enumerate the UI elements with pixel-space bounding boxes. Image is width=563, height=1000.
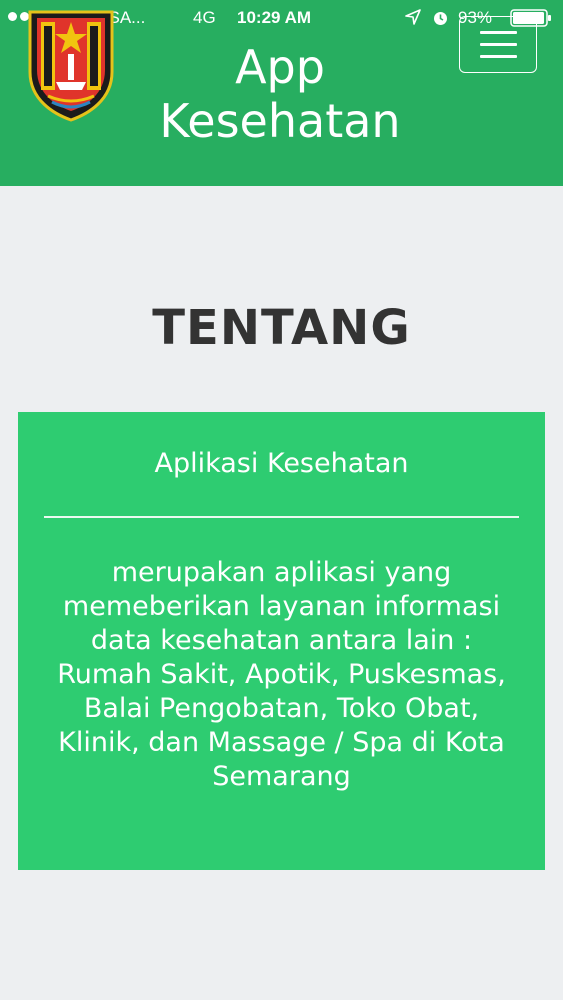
hamburger-menu-button[interactable] (459, 16, 537, 73)
page-title: TENTANG (152, 300, 411, 356)
status-time: 10:29 AM (237, 8, 312, 27)
semarang-emblem-logo (28, 10, 114, 122)
hamburger-menu-icon-bar (480, 43, 517, 46)
hamburger-menu-icon-bar (480, 55, 517, 58)
card-divider (44, 516, 519, 518)
card-title: Aplikasi Kesehatan (154, 448, 409, 479)
network-type: 4G (193, 8, 216, 27)
location-arrow-icon (405, 9, 421, 25)
card-description: merupakan aplikasi yang memeberikan laya… (57, 557, 506, 792)
app-header: INDOSA... 4G 10:29 AM 93% App Kesehatan (0, 0, 563, 186)
app-title: App Kesehatan (120, 40, 440, 148)
app-title-line2: Kesehatan (159, 94, 401, 148)
hamburger-menu-icon (480, 31, 517, 34)
app-title-line1: App (235, 40, 325, 94)
alarm-clock-icon (434, 12, 447, 25)
about-card: Aplikasi Kesehatan merupakan aplikasi ya… (18, 412, 545, 870)
